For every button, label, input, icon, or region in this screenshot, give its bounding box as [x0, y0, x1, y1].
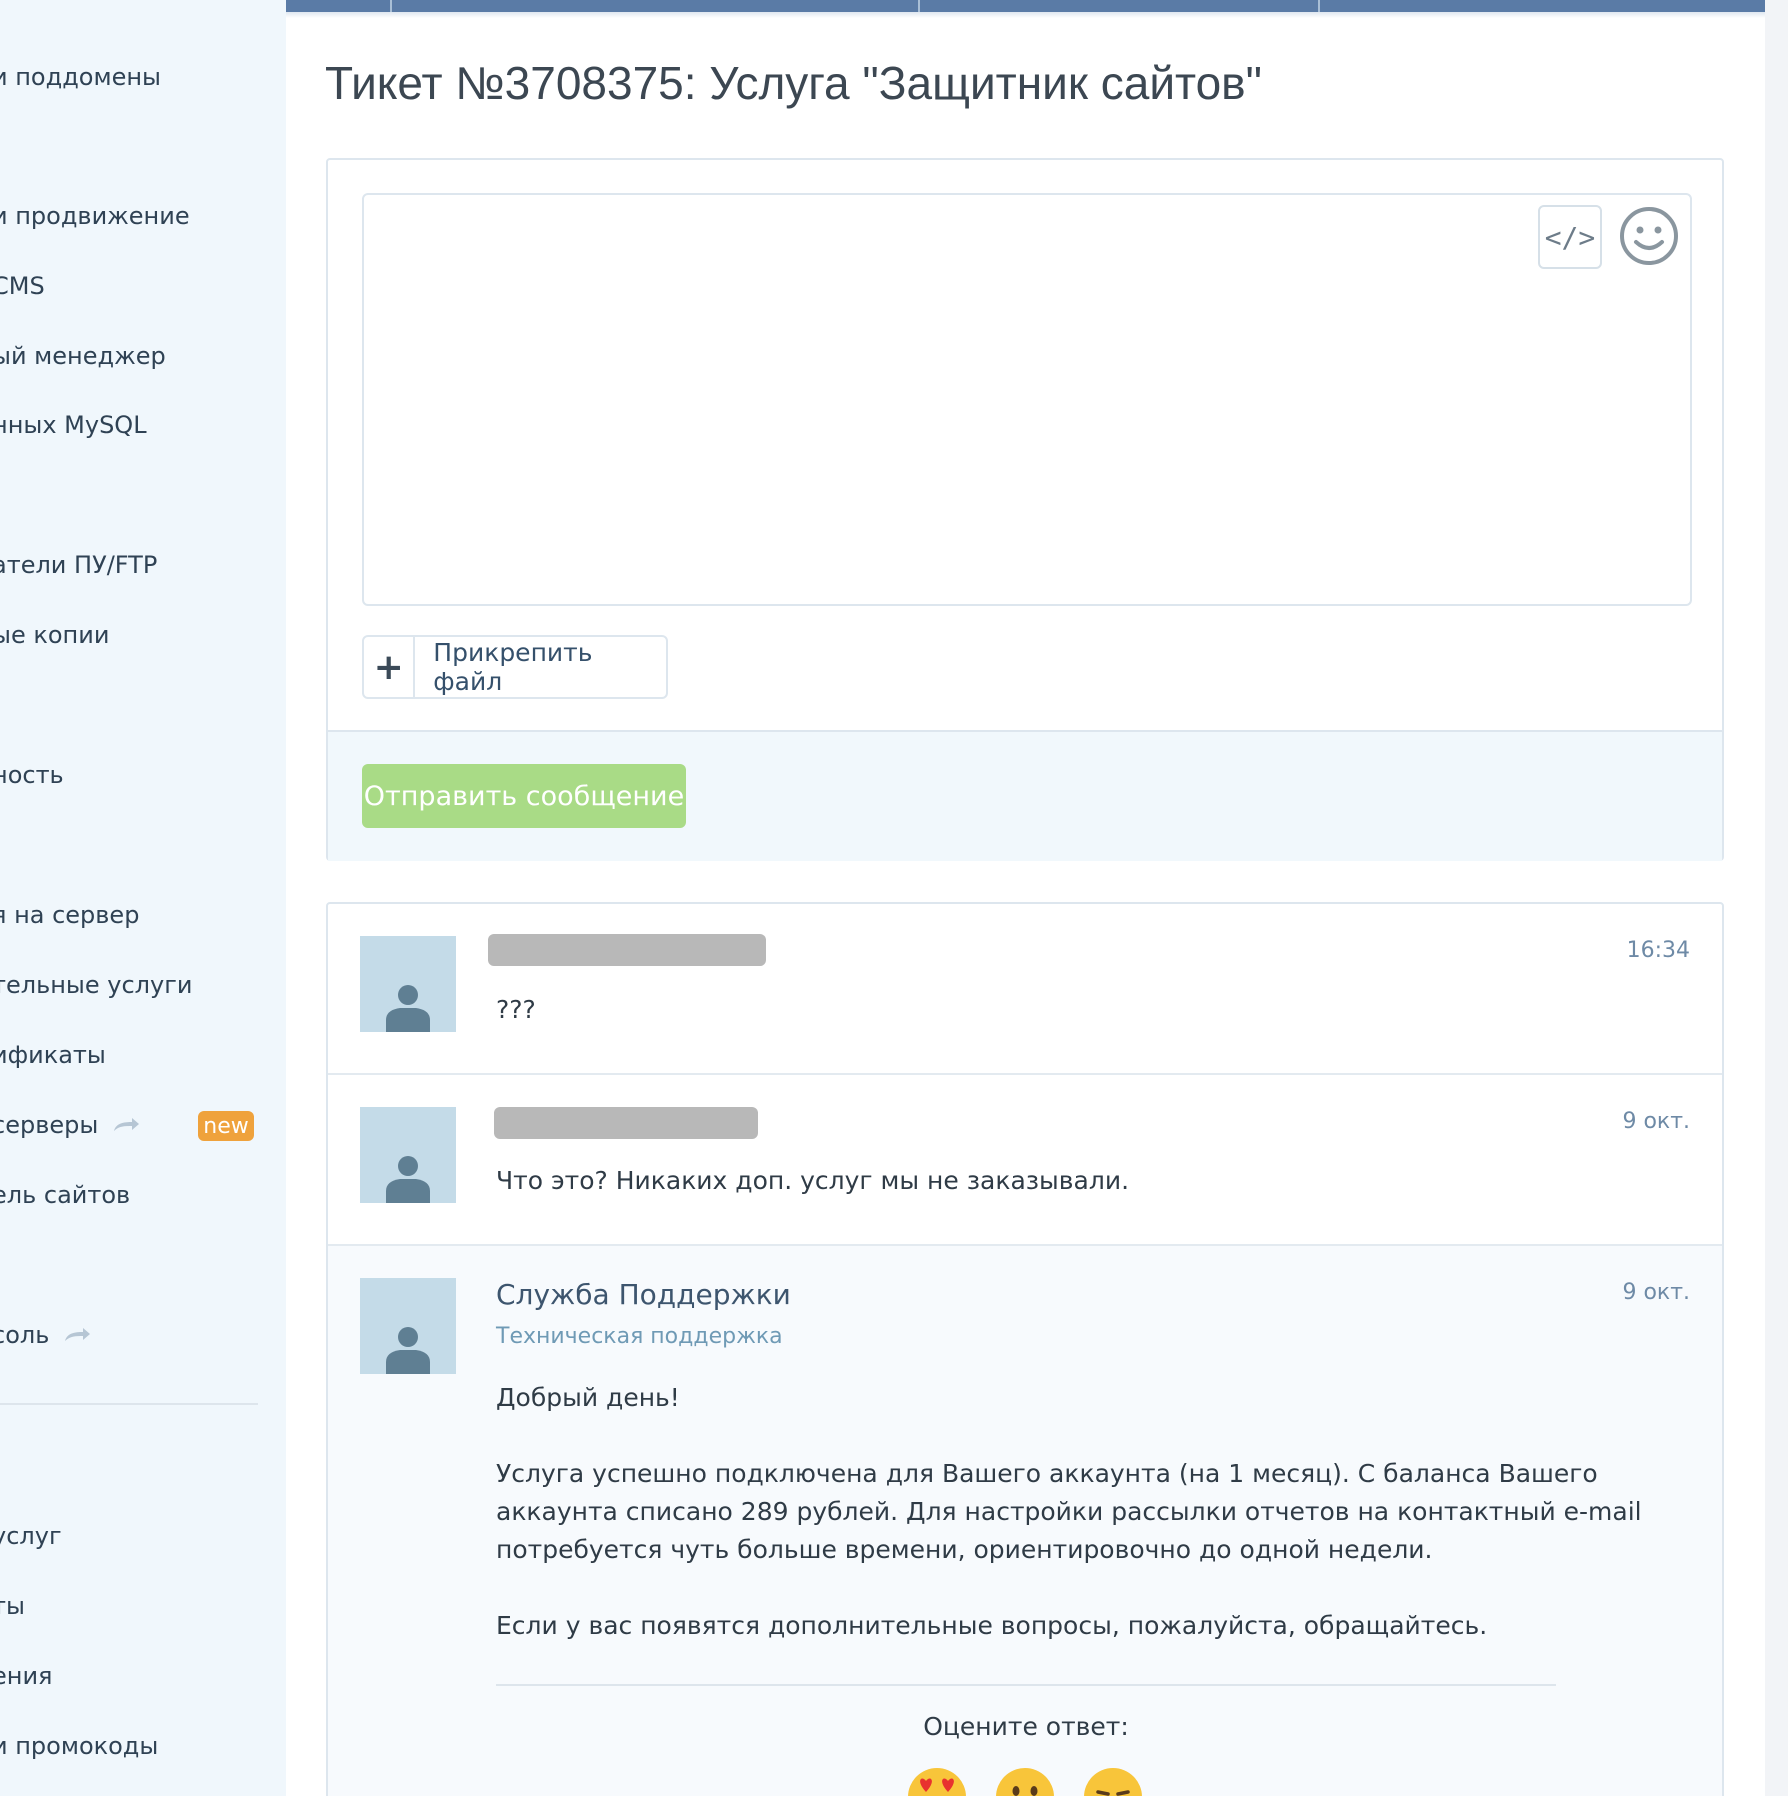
sidebar-item-label: ификаты: [0, 1041, 106, 1069]
sidebar-item-label: ность: [0, 761, 64, 789]
sad-face-emoji-icon[interactable]: [1082, 1766, 1144, 1796]
right-gutter: [1765, 0, 1788, 1796]
sidebar-item-site-builder[interactable]: ель сайтов: [0, 1175, 130, 1215]
sidebar-item-mysql[interactable]: нных MySQL: [0, 405, 147, 445]
page-title: Тикет №3708375: Услуга "Защитник сайтов": [325, 57, 1262, 109]
sidebar-item-subdomains[interactable]: и поддомены: [0, 57, 161, 97]
send-message-button[interactable]: Отправить сообщение: [362, 764, 686, 828]
message-text: ???: [496, 995, 536, 1024]
redacted-author-name: [488, 934, 766, 966]
sidebar-item-label: тельные услуги: [0, 971, 193, 999]
sidebar-item-label: серверы: [0, 1111, 99, 1139]
reply-footer: Отправить сообщение: [328, 730, 1722, 861]
reply-form: </> + Прикрепить файл Отправить сообщени…: [326, 158, 1724, 861]
support-message: Служба Поддержки Техническая поддержка 9…: [328, 1246, 1722, 1796]
sidebar-item-file-manager[interactable]: ый менеджер: [0, 336, 166, 376]
message-item: 9 окт. Что это? Никаких доп. услуг мы не…: [328, 1075, 1722, 1246]
message-paragraph: Услуга успешно подключена для Вашего акк…: [496, 1459, 1642, 1564]
rating-options: [906, 1766, 1144, 1796]
sidebar-item-cms[interactable]: CMS: [0, 266, 45, 306]
sidebar-item-promocodes[interactable]: и промокоды: [0, 1726, 158, 1766]
user-silhouette-icon: [386, 1327, 430, 1374]
message-time: 9 окт.: [1622, 1280, 1690, 1305]
sidebar-item-additional-services[interactable]: тельные услуги: [0, 965, 192, 1005]
sidebar-item-move-to-server[interactable]: я на сервер: [0, 895, 139, 935]
sidebar-item-label: и поддомены: [0, 63, 161, 91]
top-nav-segment[interactable]: [286, 0, 392, 12]
attach-file-label: Прикрепить файл: [433, 638, 593, 696]
top-nav-segment[interactable]: [392, 0, 920, 12]
sidebar-item-label: ые копии: [0, 621, 110, 649]
plus-icon: +: [364, 637, 416, 697]
message-item: 16:34 ???: [328, 904, 1722, 1075]
sidebar-item-notifications[interactable]: ения: [0, 1656, 53, 1696]
sidebar-item-payments[interactable]: ты: [0, 1586, 25, 1626]
user-silhouette-icon: [386, 1156, 430, 1203]
user-silhouette-icon: [386, 985, 430, 1032]
sidebar: и поддомены и продвижение CMS ый менедже…: [0, 0, 286, 1796]
support-author-role: Техническая поддержка: [496, 1324, 783, 1349]
message-editor[interactable]: </>: [362, 193, 1692, 606]
sidebar-item-ftp-users[interactable]: атели ПУ/FTP: [0, 545, 157, 585]
sidebar-item-label: CMS: [0, 272, 45, 300]
avatar: [360, 936, 456, 1032]
message-paragraph: Если у вас появятся дополнительные вопро…: [496, 1611, 1488, 1640]
sidebar-item-label: и промокоды: [0, 1732, 159, 1760]
sidebar-item-label: соль: [0, 1321, 50, 1349]
neutral-face-emoji-icon[interactable]: [994, 1766, 1056, 1796]
sidebar-item-label: услуг: [0, 1522, 62, 1550]
message-time: 16:34: [1626, 938, 1690, 963]
smiley-icon[interactable]: [1618, 205, 1680, 267]
attach-file-button[interactable]: + Прикрепить файл: [362, 635, 668, 699]
rating-label: Оцените ответ:: [923, 1712, 1129, 1741]
support-author-name: Служба Поддержки: [496, 1278, 791, 1311]
sidebar-item-label: нных MySQL: [0, 411, 147, 439]
sidebar-item-label: ты: [0, 1592, 25, 1620]
sidebar-item-servers[interactable]: серверы: [0, 1105, 140, 1145]
avatar: [360, 1278, 456, 1374]
sidebar-item-promotion[interactable]: и продвижение: [0, 196, 190, 236]
message-text: Что это? Никаких доп. услуг мы не заказы…: [496, 1166, 1130, 1195]
avatar: [360, 1107, 456, 1203]
sidebar-item-label: ения: [0, 1662, 53, 1690]
external-arrow-icon: [112, 1117, 140, 1133]
sidebar-divider: [0, 1403, 258, 1405]
message-time: 9 окт.: [1622, 1109, 1690, 1134]
message-greeting: Добрый день!: [496, 1383, 680, 1412]
code-insert-button[interactable]: </>: [1538, 205, 1602, 269]
sidebar-item-label: ый менеджер: [0, 342, 166, 370]
sidebar-item-certificates[interactable]: ификаты: [0, 1035, 106, 1075]
sidebar-item-services[interactable]: услуг: [0, 1516, 62, 1556]
sidebar-item-label: и продвижение: [0, 202, 190, 230]
heart-eyes-emoji-icon[interactable]: [906, 1766, 968, 1796]
message-thread: 16:34 ??? 9 окт. Что это? Никаких доп. у…: [326, 902, 1724, 1796]
rating-divider: [496, 1684, 1556, 1686]
new-badge: new: [198, 1111, 254, 1141]
sidebar-item-label: ель сайтов: [0, 1181, 131, 1209]
sidebar-item-security[interactable]: ность: [0, 755, 64, 795]
sidebar-item-backups[interactable]: ые копии: [0, 615, 109, 655]
external-arrow-icon: [63, 1327, 91, 1343]
redacted-author-name: [494, 1107, 758, 1139]
sidebar-item-console[interactable]: соль: [0, 1315, 91, 1355]
top-nav-segment[interactable]: [920, 0, 1320, 12]
sidebar-item-label: я на сервер: [0, 901, 140, 929]
sidebar-item-label: атели ПУ/FTP: [0, 551, 158, 579]
